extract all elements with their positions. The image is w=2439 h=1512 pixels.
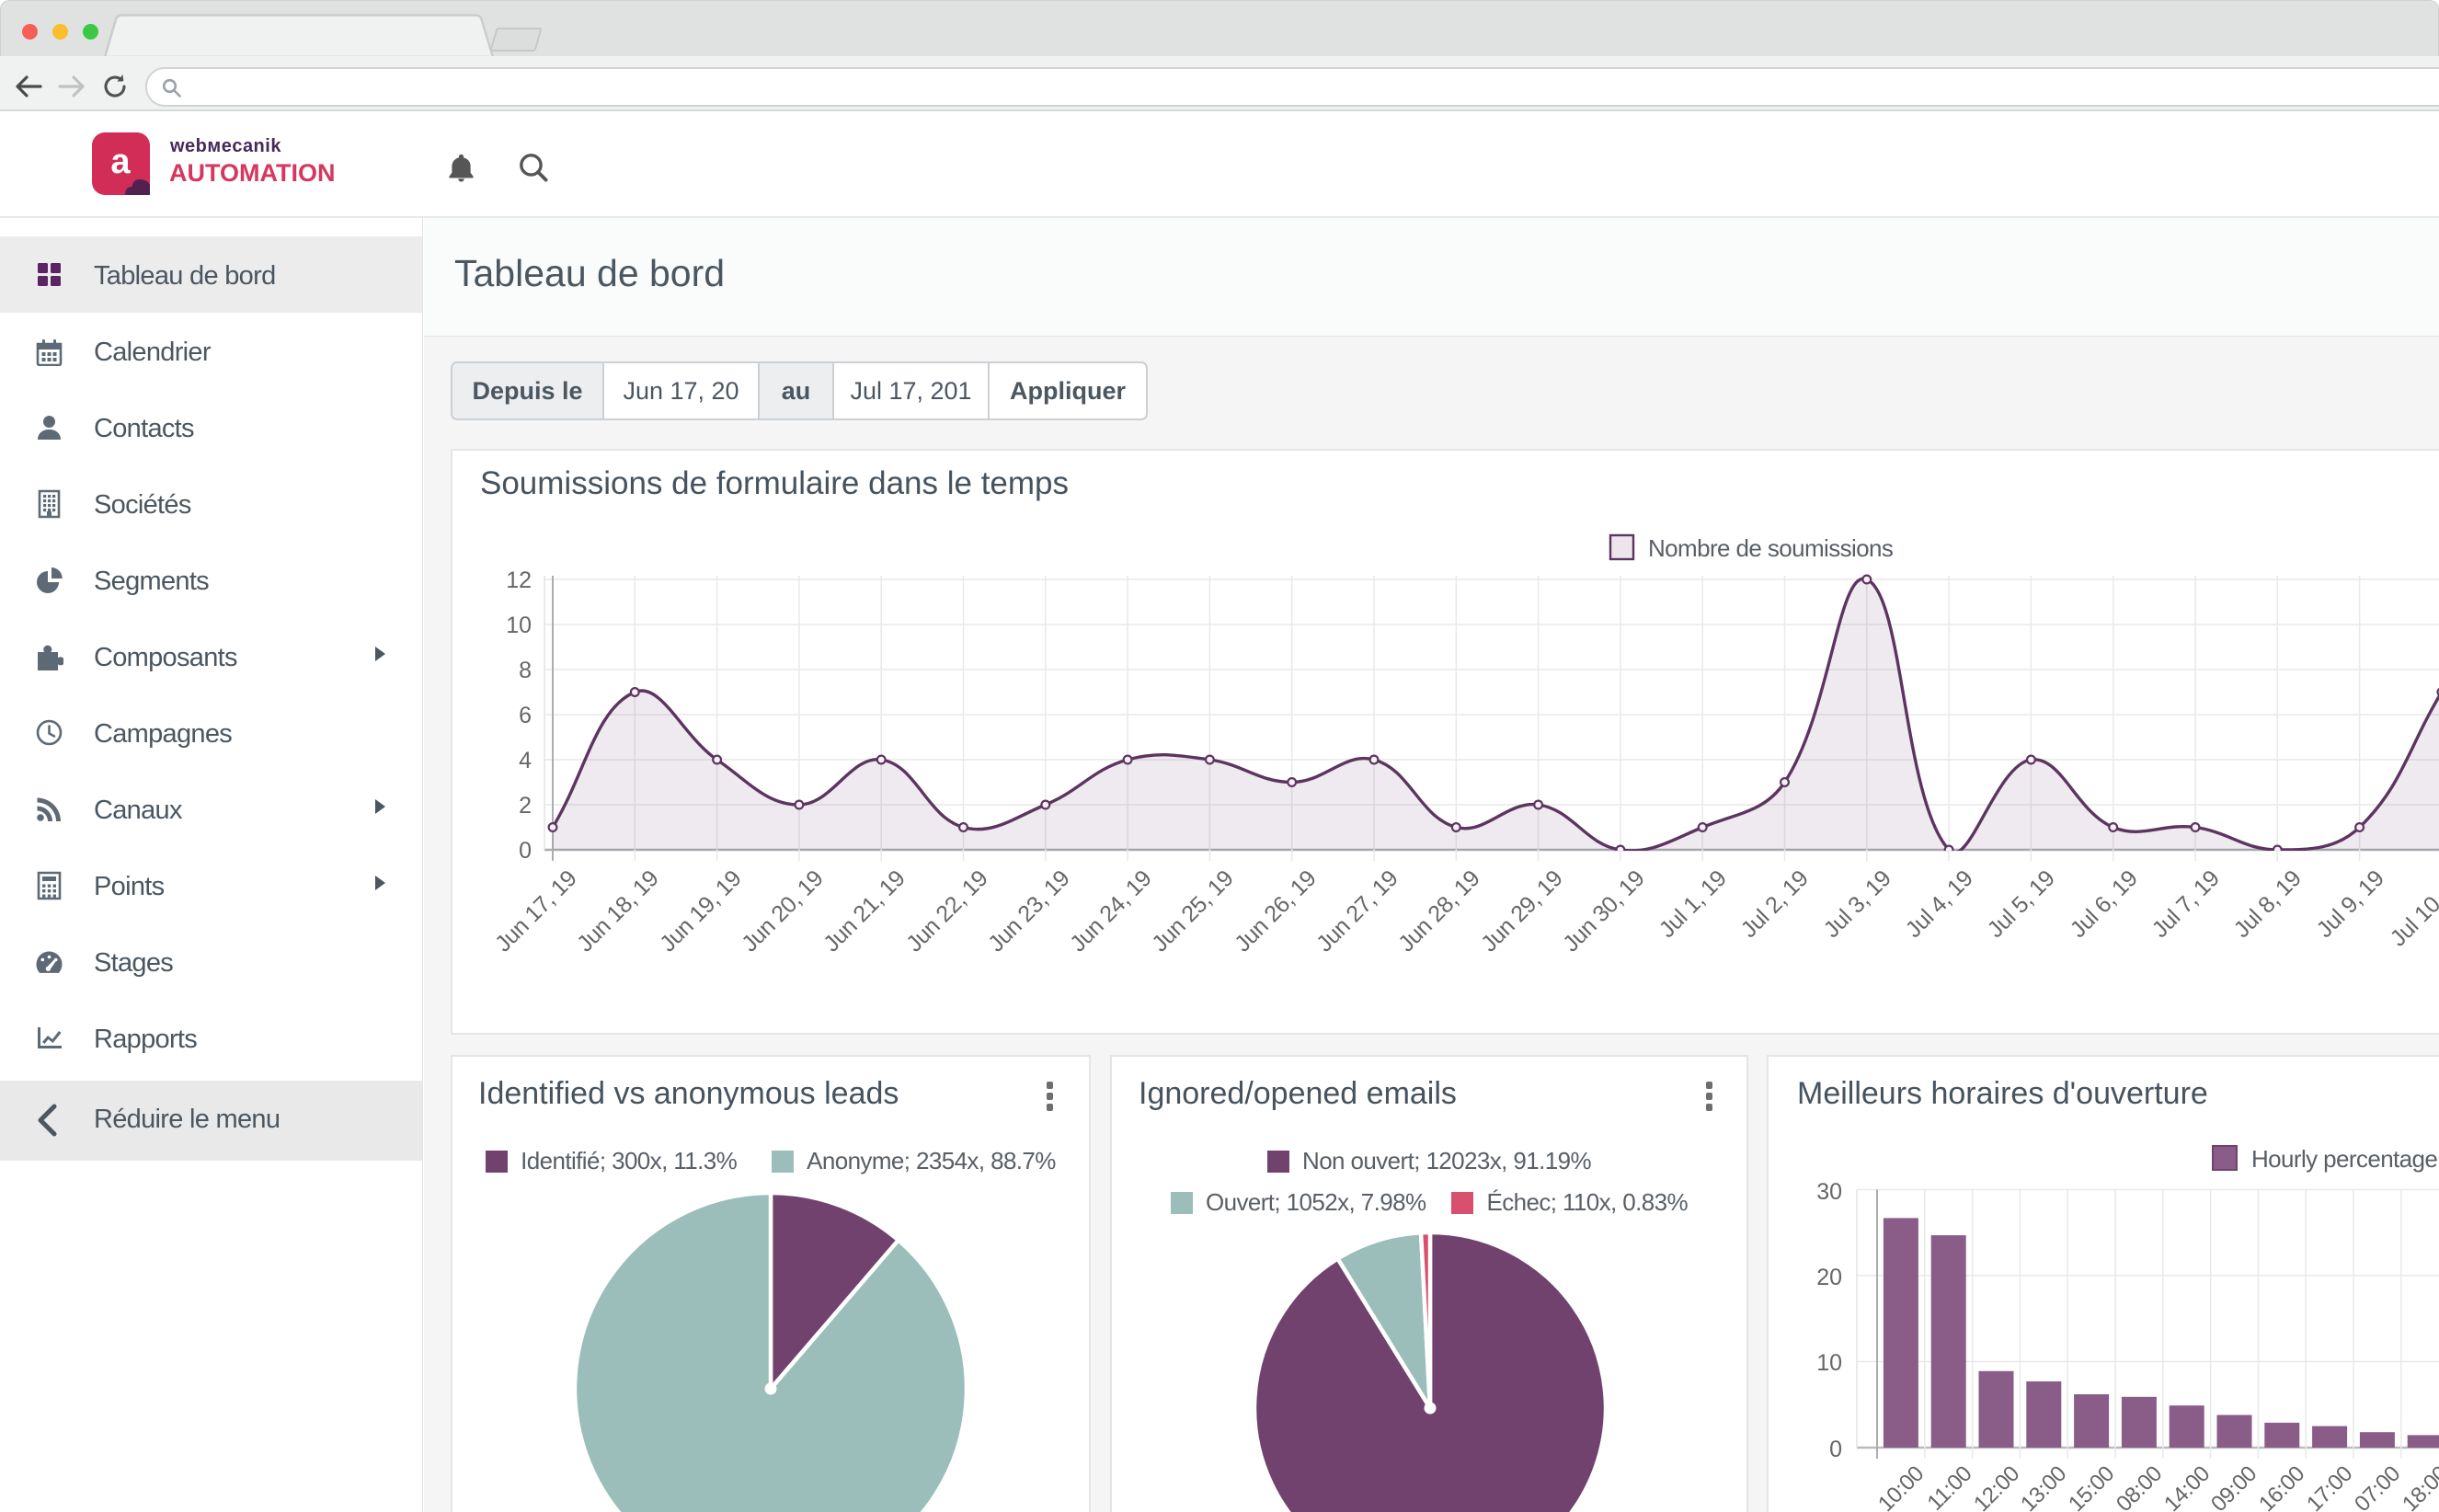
svg-text:20: 20 xyxy=(1816,1265,1842,1290)
svg-text:Hourly percentage for all mess: Hourly percentage for all messages xyxy=(2251,1145,2439,1173)
svg-text:10: 10 xyxy=(1816,1350,1842,1376)
svg-text:30: 30 xyxy=(1816,1179,1842,1205)
svg-text:0: 0 xyxy=(1829,1437,1842,1462)
